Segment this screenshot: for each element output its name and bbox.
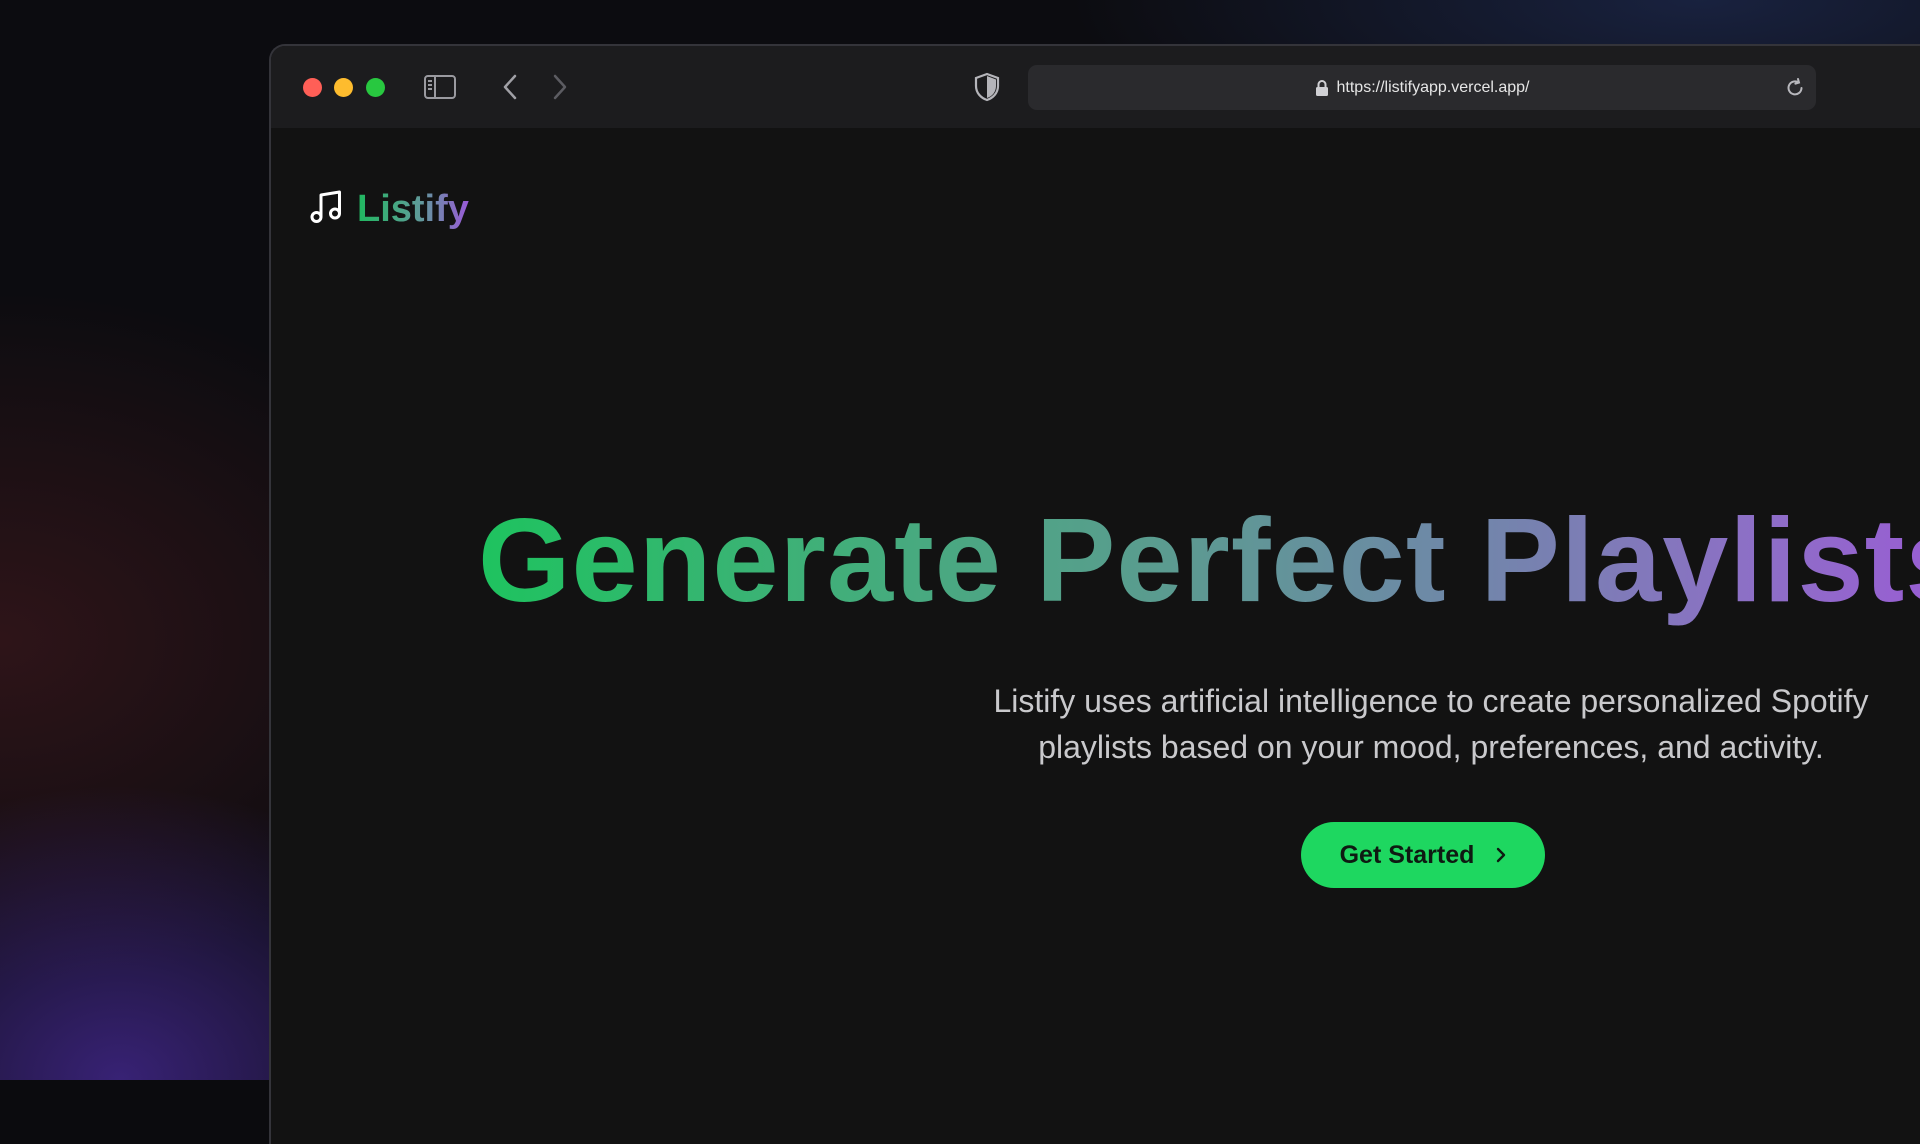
address-bar[interactable]: https://listifyapp.vercel.app/ <box>1028 65 1816 110</box>
brand-logo[interactable]: Listify <box>309 184 469 234</box>
get-started-button[interactable]: Get Started <box>1301 822 1545 888</box>
minimize-window-button[interactable] <box>334 78 353 97</box>
hero-headline: Generate Perfect Playlists <box>478 491 1920 631</box>
maximize-window-button[interactable] <box>366 78 385 97</box>
get-started-label: Get Started <box>1339 840 1475 869</box>
close-window-button[interactable] <box>303 78 322 97</box>
chevron-right-icon[interactable] <box>545 72 575 102</box>
hero-description: Listify uses artificial intelligence to … <box>993 683 1869 765</box>
sidebar-icon[interactable] <box>423 73 457 101</box>
chevron-right-icon <box>1496 847 1506 863</box>
chevron-left-icon[interactable] <box>495 72 525 102</box>
shield-icon[interactable] <box>971 70 1003 104</box>
browser-toolbar: https://listifyapp.vercel.app/ <box>271 46 1920 128</box>
reload-icon[interactable] <box>1782 75 1808 101</box>
lock-icon <box>1315 79 1329 97</box>
browser-window: https://listifyapp.vercel.app/ Listify G… <box>269 44 1920 1144</box>
music-note-icon <box>309 190 343 229</box>
url-text[interactable]: https://listifyapp.vercel.app/ <box>1337 79 1530 97</box>
brand-name: Listify <box>357 187 469 230</box>
